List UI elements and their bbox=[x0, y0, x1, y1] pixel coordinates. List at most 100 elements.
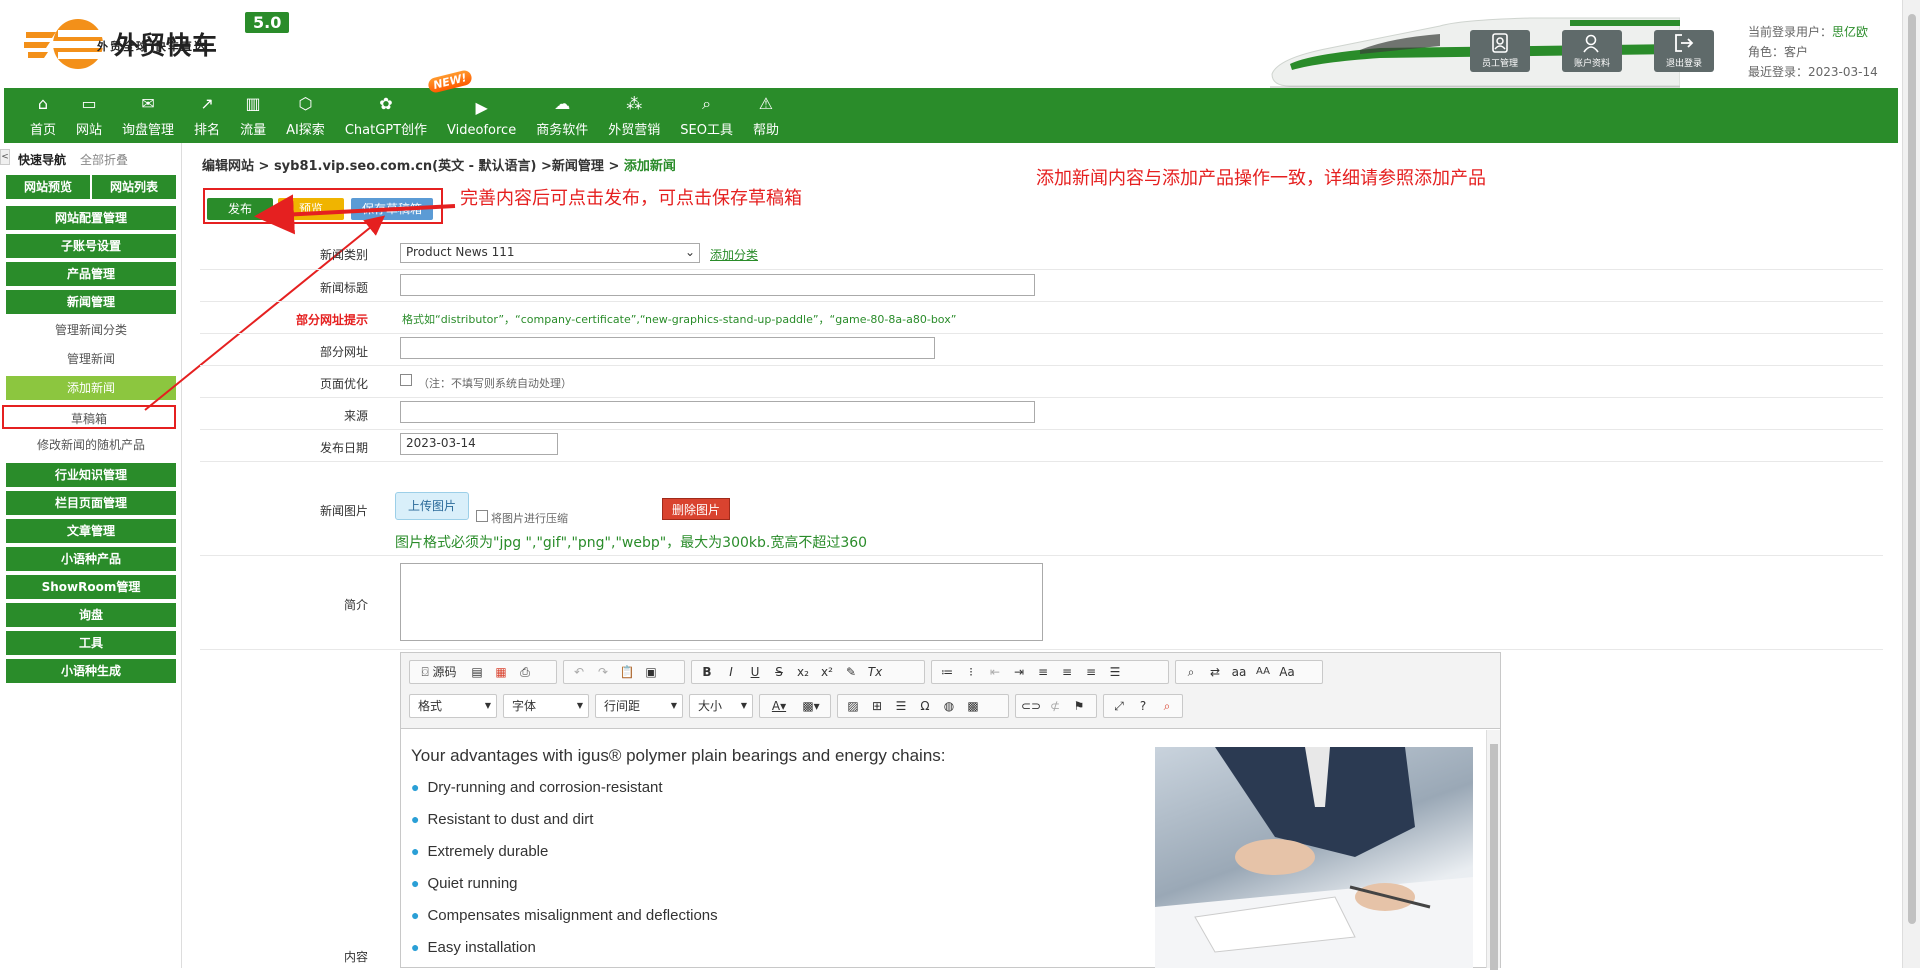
summary-textarea[interactable] bbox=[400, 563, 1043, 641]
superscript-icon[interactable]: x² bbox=[815, 662, 839, 682]
link-icon[interactable]: ⊂⊃ bbox=[1019, 696, 1043, 716]
editor-scrollbar[interactable] bbox=[1486, 730, 1500, 970]
bulleted-list-icon[interactable]: ⁝ bbox=[959, 662, 983, 682]
numbered-list-icon[interactable]: ≔ bbox=[935, 662, 959, 682]
preview-doc-icon[interactable]: ▤ bbox=[465, 662, 489, 682]
image-label: 新闻图片 bbox=[319, 504, 368, 518]
toolbar-group-tools: ⤢ ? ⌕ bbox=[1103, 694, 1183, 718]
content-bullet: ● Easy installation bbox=[411, 939, 536, 956]
editor-content[interactable]: Your advantages with igus® polymer plain… bbox=[401, 730, 1500, 970]
align-left-icon[interactable]: ≡ bbox=[1031, 662, 1055, 682]
bullet-text: Quiet running bbox=[427, 875, 518, 892]
toolbar-group-text-style: B I U S x₂ x² ✎ Tx bbox=[691, 660, 925, 684]
add-category-link[interactable]: 添加分类 bbox=[710, 246, 758, 263]
category-select[interactable]: Product News 111 ⌄ bbox=[400, 243, 700, 263]
bullet-dot-icon: ● bbox=[411, 811, 420, 827]
toolbar-group-colors: A▾ ▩▾ bbox=[759, 694, 831, 718]
align-justify-icon[interactable]: ☰ bbox=[1103, 662, 1127, 682]
bullet-text: Extremely durable bbox=[427, 843, 549, 860]
line-height-combo-label: 行间距 bbox=[604, 699, 641, 713]
seo-label: 页面优化 bbox=[319, 377, 368, 391]
paste-text-icon[interactable]: ▣ bbox=[639, 662, 663, 682]
image-icon[interactable]: ▨ bbox=[841, 696, 865, 716]
delete-image-button[interactable]: 删除图片 bbox=[662, 498, 730, 520]
form-row-seo: 页面优化 （注：不填写则系统自动处理） bbox=[200, 366, 1883, 398]
seo-checkbox[interactable] bbox=[400, 374, 412, 386]
horizontal-line-icon[interactable]: ☰ bbox=[889, 696, 913, 716]
outdent-icon[interactable]: ⇤ bbox=[983, 662, 1007, 682]
line-height-combo[interactable]: 行间距 ▼ bbox=[595, 694, 683, 718]
editor-toolbar: ⌼ 源码 ▤ ▦ ⎙ ↶ ↷ 📋 ▣ B I U S x₂ x² ✎ Tx ≔ … bbox=[401, 653, 1500, 729]
size-combo-label: 大小 bbox=[698, 699, 723, 713]
url-tip-text: 格式如“distributor”，“company-certificate”,“… bbox=[402, 313, 957, 326]
subscript-icon[interactable]: x₂ bbox=[791, 662, 815, 682]
unlink-icon[interactable]: ⊄ bbox=[1043, 696, 1067, 716]
editor-scrollbar-thumb[interactable] bbox=[1490, 744, 1498, 970]
content-image[interactable] bbox=[1155, 747, 1473, 968]
iframe-icon[interactable]: ◍ bbox=[937, 696, 961, 716]
url-input[interactable] bbox=[400, 337, 935, 359]
redo-icon[interactable]: ↷ bbox=[591, 662, 615, 682]
capitalize-icon[interactable]: Aa bbox=[1275, 662, 1299, 682]
content-bullet: ● Quiet running bbox=[411, 875, 518, 892]
special-char-icon[interactable]: Ω bbox=[913, 696, 937, 716]
table-icon[interactable]: ⊞ bbox=[865, 696, 889, 716]
content-label: 内容 bbox=[343, 950, 368, 964]
replace-icon[interactable]: ⇄ bbox=[1203, 662, 1227, 682]
source-button[interactable]: ⌼ 源码 bbox=[413, 662, 465, 682]
title-input[interactable] bbox=[400, 274, 1035, 296]
bullet-text: Compensates misalignment and deflections bbox=[427, 907, 718, 924]
size-combo[interactable]: 大小 ▼ bbox=[689, 694, 753, 718]
format-combo[interactable]: 格式 ▼ bbox=[409, 694, 497, 718]
compress-checkbox[interactable] bbox=[476, 510, 488, 522]
source-input[interactable] bbox=[400, 401, 1035, 423]
bullet-dot-icon: ● bbox=[411, 843, 420, 859]
align-center-icon[interactable]: ≡ bbox=[1055, 662, 1079, 682]
url-label: 部分网址 bbox=[319, 345, 368, 359]
anchor-flag-icon[interactable]: ⚑ bbox=[1067, 696, 1091, 716]
undo-icon[interactable]: ↶ bbox=[567, 662, 591, 682]
maximize-icon[interactable]: ⤢ bbox=[1107, 696, 1131, 716]
background-color-icon[interactable]: ▩▾ bbox=[795, 696, 827, 716]
templates-icon[interactable]: ▦ bbox=[489, 662, 513, 682]
about-icon[interactable]: ? bbox=[1131, 696, 1155, 716]
copy-format-icon[interactable]: ✎ bbox=[839, 662, 863, 682]
align-right-icon[interactable]: ≡ bbox=[1079, 662, 1103, 682]
font-combo[interactable]: 字体 ▼ bbox=[503, 694, 589, 718]
date-input[interactable]: 2023-03-14 bbox=[400, 433, 558, 455]
url-tip-label: 部分网址提示 bbox=[295, 313, 368, 327]
toolbar-group-links: ⊂⊃ ⊄ ⚑ bbox=[1015, 694, 1097, 718]
lowercase-icon[interactable]: aa bbox=[1227, 662, 1251, 682]
category-select-value: Product News 111 bbox=[406, 245, 515, 259]
format-combo-label: 格式 bbox=[418, 699, 443, 713]
upload-image-button[interactable]: 上传图片 bbox=[395, 492, 469, 520]
content-bullet: ● Compensates misalignment and deflection… bbox=[411, 907, 718, 924]
strikethrough-icon[interactable]: S bbox=[767, 662, 791, 682]
chevron-down-icon: ▼ bbox=[740, 701, 747, 710]
italic-icon[interactable]: I bbox=[719, 662, 743, 682]
seo-check-icon[interactable]: ⌕ bbox=[1155, 696, 1179, 716]
indent-icon[interactable]: ⇥ bbox=[1007, 662, 1031, 682]
title-label: 新闻标题 bbox=[319, 281, 368, 295]
uppercase-icon[interactable]: AA bbox=[1251, 662, 1275, 682]
source-code-icon: ⌼ bbox=[421, 665, 429, 679]
form-row-source: 来源 bbox=[200, 398, 1883, 430]
save-icon[interactable]: ⎙ bbox=[513, 662, 537, 682]
text-color-icon[interactable]: A▾ bbox=[763, 696, 795, 716]
bold-icon[interactable]: B bbox=[695, 662, 719, 682]
underline-icon[interactable]: U bbox=[743, 662, 767, 682]
remove-format-icon[interactable]: Tx bbox=[863, 662, 887, 682]
find-icon[interactable]: ⌕ bbox=[1179, 662, 1203, 682]
toolbar-group-find: ⌕ ⇄ aa AA Aa bbox=[1175, 660, 1323, 684]
source-label: 源码 bbox=[432, 665, 457, 679]
toolbar-group-document: ⌼ 源码 ▤ ▦ ⎙ bbox=[409, 660, 557, 684]
chevron-down-icon: ▼ bbox=[576, 701, 583, 710]
chevron-down-icon: ▼ bbox=[670, 701, 677, 710]
toolbar-group-insert: ▨ ⊞ ☰ Ω ◍ ▩ bbox=[837, 694, 1009, 718]
bullet-dot-icon: ● bbox=[411, 907, 420, 923]
paste-icon[interactable]: 📋 bbox=[615, 662, 639, 682]
bullet-dot-icon: ● bbox=[411, 875, 420, 891]
upload-image-icon[interactable]: ▩ bbox=[961, 696, 985, 716]
bullet-text: Dry-running and corrosion-resistant bbox=[427, 779, 663, 796]
form-row-image: 新闻图片 上传图片 将图片进行压缩 删除图片 图片格式必须为"jpg ","gi… bbox=[200, 462, 1883, 556]
